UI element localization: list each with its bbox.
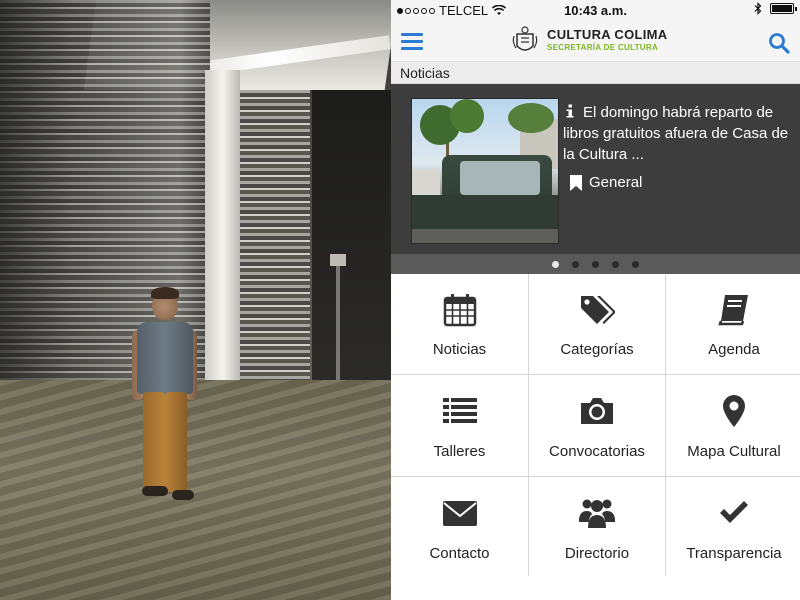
list-icon (440, 391, 480, 431)
news-thumbnail[interactable] (411, 98, 559, 244)
tile-categorias[interactable]: Categorías (529, 274, 665, 374)
photo-floor (0, 380, 391, 600)
thumb-palm (450, 99, 484, 133)
news-category-label: General (589, 174, 643, 191)
tile-label: Mapa Cultural (687, 443, 781, 460)
bookmark-icon (570, 174, 582, 191)
news-category[interactable]: General (569, 174, 642, 191)
section-title: Noticias (400, 65, 450, 81)
thumb-truck-window (460, 161, 540, 195)
photo-person-leg-right (165, 392, 187, 492)
bottom-spacer (391, 577, 800, 600)
tile-label: Agenda (708, 341, 760, 358)
tile-mapa-cultural[interactable]: Mapa Cultural (666, 375, 800, 476)
tile-label: Transparencia (686, 545, 782, 562)
battery-fill (772, 5, 792, 12)
envelope-icon (440, 493, 480, 533)
photo-person-leg-left (143, 392, 165, 492)
tile-talleres[interactable]: Talleres (391, 375, 528, 476)
photo-doorway (312, 90, 391, 390)
hamburger-menu-button[interactable] (401, 33, 423, 51)
tile-transparencia[interactable]: Transparencia (666, 477, 800, 578)
status-right (754, 2, 797, 15)
photo-person-hair (151, 287, 179, 299)
photo-person-shoe-left (142, 486, 168, 496)
camera-icon (577, 391, 617, 431)
hamburger-icon-bar (401, 47, 423, 50)
info-icon (566, 104, 574, 118)
photo-lamp-head (330, 254, 346, 266)
bluetooth-icon (754, 2, 762, 15)
carousel-dot[interactable] (612, 260, 619, 268)
exhibition-photo (0, 0, 391, 600)
phone-screen: TELCEL 10:43 a.m. CULTURA COLIMA SECRETA… (391, 0, 800, 600)
tile-label: Categorías (560, 341, 634, 358)
status-time: 10:43 a.m. (564, 3, 627, 18)
tile-convocatorias[interactable]: Convocatorias (529, 375, 665, 476)
thumb-palm (508, 103, 554, 133)
crest-icon (512, 26, 538, 51)
hamburger-icon-bar (401, 33, 423, 36)
brand-logo: CULTURA COLIMA SECRETARÍA DE CULTURA (511, 24, 667, 56)
photo-person-torso (137, 322, 193, 394)
search-icon[interactable] (768, 32, 790, 54)
status-bar: TELCEL 10:43 a.m. (391, 0, 800, 20)
photo-person-shoe-right (172, 490, 194, 500)
news-headline-block[interactable]: El domingo habrá reparto de libros gratu… (563, 102, 793, 165)
tile-label: Directorio (564, 545, 630, 562)
carousel-dot[interactable] (572, 260, 579, 268)
hamburger-icon-bar (401, 40, 423, 43)
battery-icon (770, 3, 797, 14)
tile-label: Convocatorias (549, 443, 645, 460)
tags-icon (577, 290, 617, 330)
news-carousel[interactable]: El domingo habrá reparto de libros gratu… (391, 84, 800, 254)
photo-lamp-post (336, 258, 340, 388)
tile-label: Talleres (433, 443, 486, 460)
brand-title: CULTURA COLIMA (547, 27, 668, 42)
tile-directorio[interactable]: Directorio (529, 477, 665, 578)
tile-noticias[interactable]: Noticias (391, 274, 528, 374)
calendar-icon (440, 290, 480, 330)
tile-label: Contacto (429, 545, 490, 562)
photo-pillar (205, 70, 240, 400)
map-marker-icon (714, 391, 754, 431)
carousel-pagination (391, 254, 800, 274)
tile-agenda[interactable]: Agenda (666, 274, 800, 374)
check-icon (714, 493, 754, 533)
carousel-dot[interactable] (632, 260, 639, 268)
section-title-bar: Noticias (391, 62, 800, 84)
photo-text-wall-center (240, 90, 310, 390)
tile-contacto[interactable]: Contacto (391, 477, 528, 578)
thumb-road (412, 229, 558, 243)
carousel-dot[interactable] (592, 260, 599, 268)
menu-grid: Noticias Categorías Agenda Talleres Conv… (391, 274, 800, 578)
app-header: CULTURA COLIMA SECRETARÍA DE CULTURA (391, 20, 800, 62)
tile-label: Noticias (432, 341, 487, 358)
brand-titles: CULTURA COLIMA SECRETARÍA DE CULTURA (547, 28, 667, 52)
brand-subtitle: SECRETARÍA DE CULTURA (547, 43, 659, 52)
news-headline: El domingo habrá reparto de libros gratu… (563, 104, 789, 163)
carousel-dot[interactable] (552, 260, 559, 268)
book-icon (714, 290, 754, 330)
users-icon (577, 493, 617, 533)
